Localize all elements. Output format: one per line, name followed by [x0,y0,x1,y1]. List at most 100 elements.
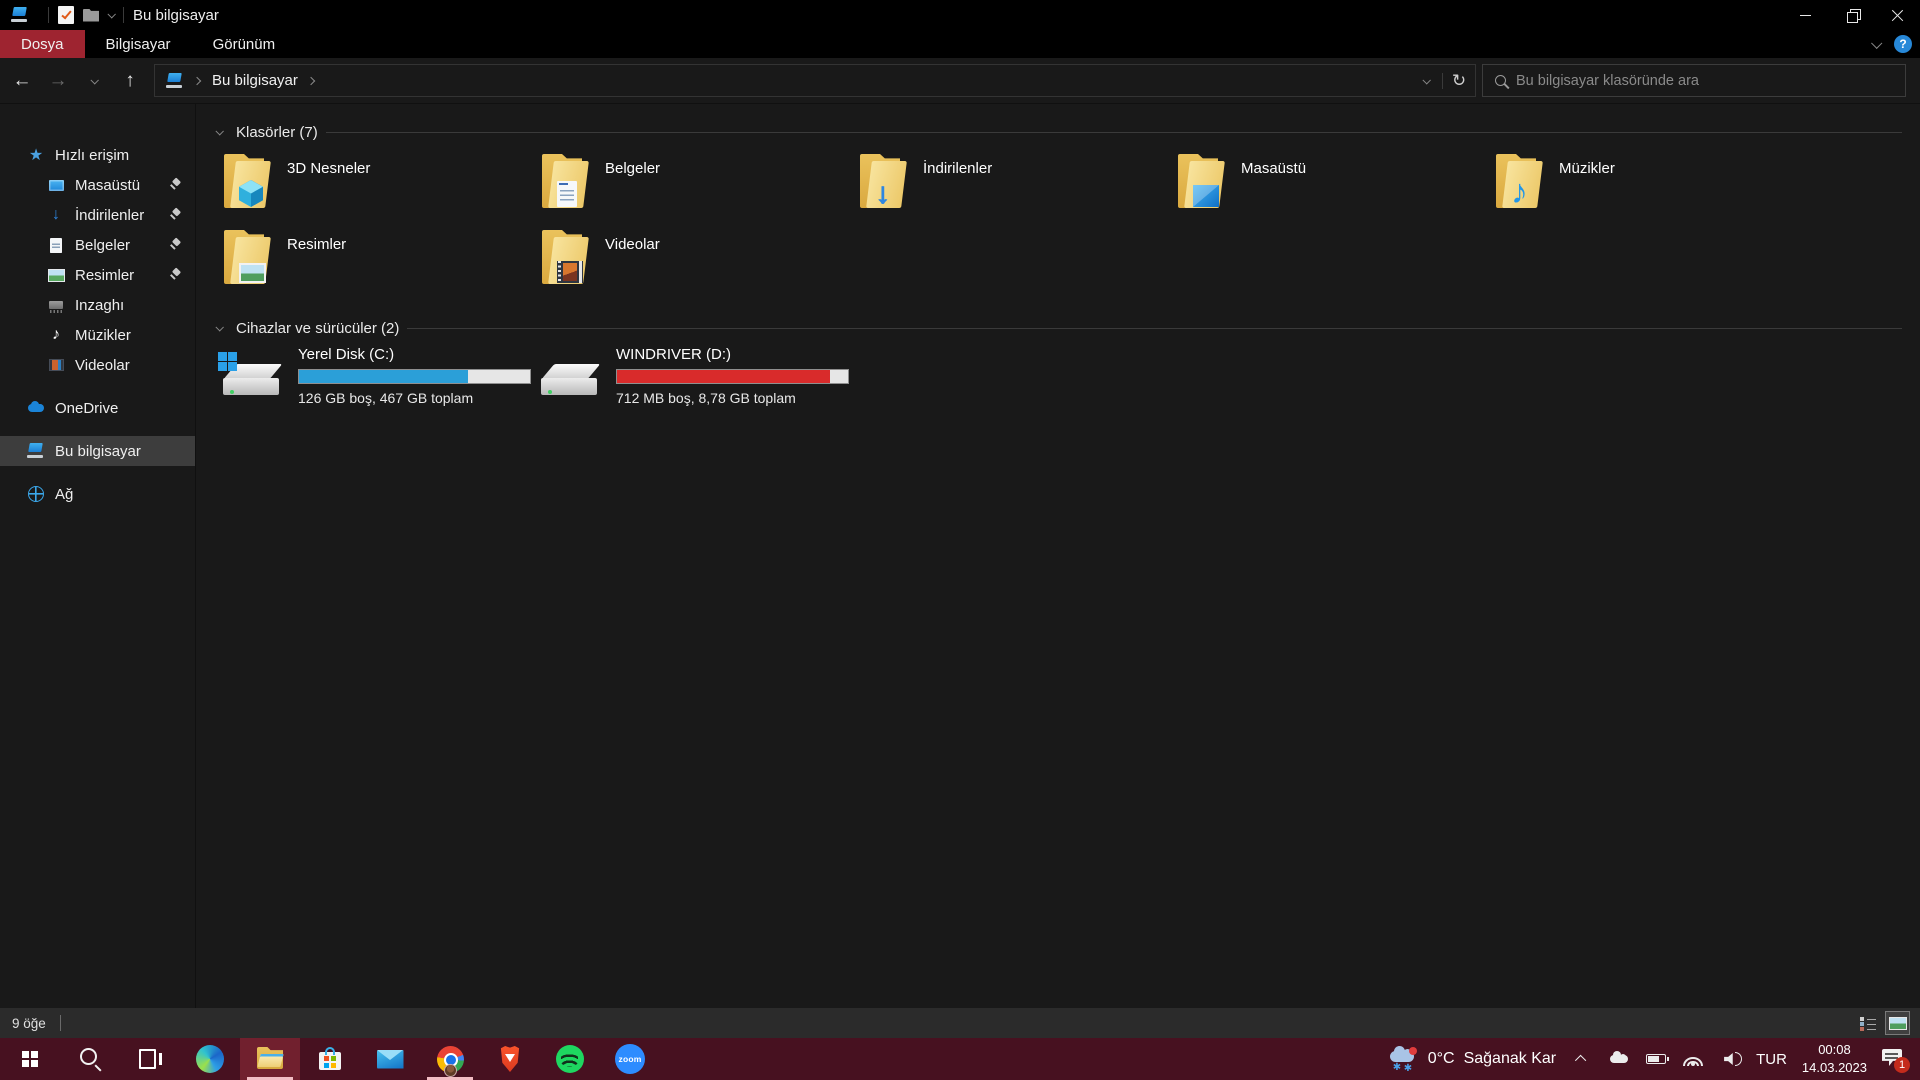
history-chevron-icon[interactable] [76,65,112,97]
language-indicator[interactable]: TUR [1756,1051,1787,1068]
view-switcher [1855,1011,1910,1035]
explorer-icon [255,1044,285,1074]
sidebar-item[interactable]: Hızlı erişim [0,140,195,170]
taskbar-button[interactable] [180,1038,240,1080]
sidebar-item-label: Resimler [75,267,134,284]
checkmark-icon [61,9,71,20]
folder-name: İndirilenler [923,160,992,177]
start-icon [15,1044,45,1074]
section-rule [407,328,1902,329]
hidden-icons-chevron-icon[interactable] [1571,1048,1593,1070]
ribbon-tab-label: Bilgisayar [106,36,171,53]
sidebar-item[interactable]: Videolar [0,350,195,380]
taskbar-button[interactable] [300,1038,360,1080]
explorer-window: Bu bilgisayar Dosya Bilgisayar Görünüm ?… [0,0,1920,1038]
breadcrumb-location[interactable]: Bu bilgisayar [200,72,308,89]
sidebar-item[interactable]: Resimler [0,260,195,290]
separator [48,7,49,23]
sidebar-item[interactable]: İndirilenler [0,200,195,230]
minimize-button[interactable] [1782,0,1828,30]
taskbar-button[interactable] [360,1038,420,1080]
sidebar-item[interactable]: Müzikler [0,320,195,350]
film-icon [557,261,583,283]
collapse-section-chevron-icon[interactable] [215,323,223,331]
clock[interactable]: 00:08 14.03.2023 [1802,1041,1867,1076]
picture-icon [46,266,66,284]
drive-icon [540,358,606,406]
sidebar-item[interactable]: Masaüstü [0,170,195,200]
status-bar: 9 öğe [0,1008,1920,1038]
search-box[interactable] [1482,64,1906,97]
details-view-button[interactable] [1855,1011,1880,1035]
sidebar-item[interactable]: Belgeler [0,230,195,260]
minimize-ribbon-chevron-icon[interactable] [1871,38,1882,49]
onedrive-tray-icon[interactable] [1608,1048,1630,1070]
weather-condition: Sağanak Kar [1464,1050,1557,1068]
folder-tile[interactable]: Resimler [222,226,540,302]
battery-icon[interactable] [1645,1048,1667,1070]
breadcrumb-chevron-icon[interactable] [307,76,315,84]
ribbon-tab[interactable]: Bilgisayar [85,30,192,58]
taskbar-button[interactable] [540,1038,600,1080]
taskbar-button[interactable]: zoom [600,1038,660,1080]
action-center-button[interactable]: 1 [1882,1047,1908,1071]
folder-tile[interactable]: 3D Nesneler [222,150,540,226]
restore-button[interactable] [1828,0,1874,30]
devices-section-header[interactable]: Cihazlar ve sürücüler (2) [210,316,1910,340]
taskbar-button[interactable] [480,1038,540,1080]
sidebar-item[interactable]: Ağ [0,479,195,509]
forward-button[interactable]: → [40,65,76,97]
music-icon [1511,177,1528,207]
folder-name: Müzikler [1559,160,1615,177]
taskbar-button[interactable] [240,1038,300,1080]
folder-tile[interactable]: Videolar [540,226,858,302]
weather-widget[interactable]: ✱✱ 0°C Sağanak Kar [1389,1047,1556,1071]
folder-tile[interactable]: Müzikler [1494,150,1812,226]
download-icon [46,206,66,224]
folder-icon [1176,152,1228,210]
sidebar-item-label: Müzikler [75,327,131,344]
file-list-pane: Klasörler (7) 3D Nesneler [196,104,1920,1008]
drive-tile[interactable]: Yerel Disk (C:) 126 GB boş, 467 GB topla… [222,346,540,418]
taskbar-button[interactable] [60,1038,120,1080]
collapse-section-chevron-icon[interactable] [215,127,223,135]
taskbar-button[interactable] [420,1038,480,1080]
sidebar-item[interactable]: Bu bilgisayar [0,436,195,466]
sidebar-item-label: Belgeler [75,237,130,254]
address-bar[interactable]: Bu bilgisayar ↻ [154,64,1476,97]
folder-tile[interactable]: İndirilenler [858,150,1176,226]
wifi-icon[interactable] [1682,1048,1704,1070]
ribbon-tab[interactable]: Görünüm [192,30,297,58]
sidebar-item[interactable]: Inzaghı [0,290,195,320]
properties-icon[interactable] [58,6,74,24]
pc-icon [26,442,46,460]
taskbar-button[interactable] [0,1038,60,1080]
folders-section-header[interactable]: Klasörler (7) [210,120,1910,144]
network-icon [26,485,46,503]
download-icon [875,181,890,207]
up-button[interactable]: ↑ [112,65,148,97]
ribbon-tab[interactable]: Dosya [0,30,85,58]
back-button[interactable]: ← [4,65,40,97]
drive-tile[interactable]: WINDRIVER (D:) 712 MB boş, 8,78 GB topla… [540,346,858,418]
quick-access-toolbar [0,6,124,24]
close-button[interactable] [1874,0,1920,30]
address-dropdown-button[interactable] [1410,65,1442,96]
sidebar-item[interactable]: OneDrive [0,393,195,423]
monitor-icon [1193,185,1219,207]
folder-icon [222,152,274,210]
search-input[interactable] [1516,73,1893,89]
customize-toolbar-chevron-icon[interactable] [107,10,115,18]
large-icons-view-button[interactable] [1885,1011,1910,1035]
disk-usage-bar [298,369,531,384]
refresh-button[interactable]: ↻ [1443,65,1475,96]
refresh-icon: ↻ [1452,71,1466,91]
folder-tile[interactable]: Belgeler [540,150,858,226]
folder-tile[interactable]: Masaüstü [1176,150,1494,226]
volume-icon[interactable] [1719,1048,1741,1070]
new-folder-icon[interactable] [83,9,99,22]
taskbar-button[interactable] [120,1038,180,1080]
help-icon[interactable]: ? [1894,35,1912,53]
drive-capacity: 712 MB boş, 8,78 GB toplam [616,390,849,406]
sidebar-item-label: Hızlı erişim [55,147,129,164]
